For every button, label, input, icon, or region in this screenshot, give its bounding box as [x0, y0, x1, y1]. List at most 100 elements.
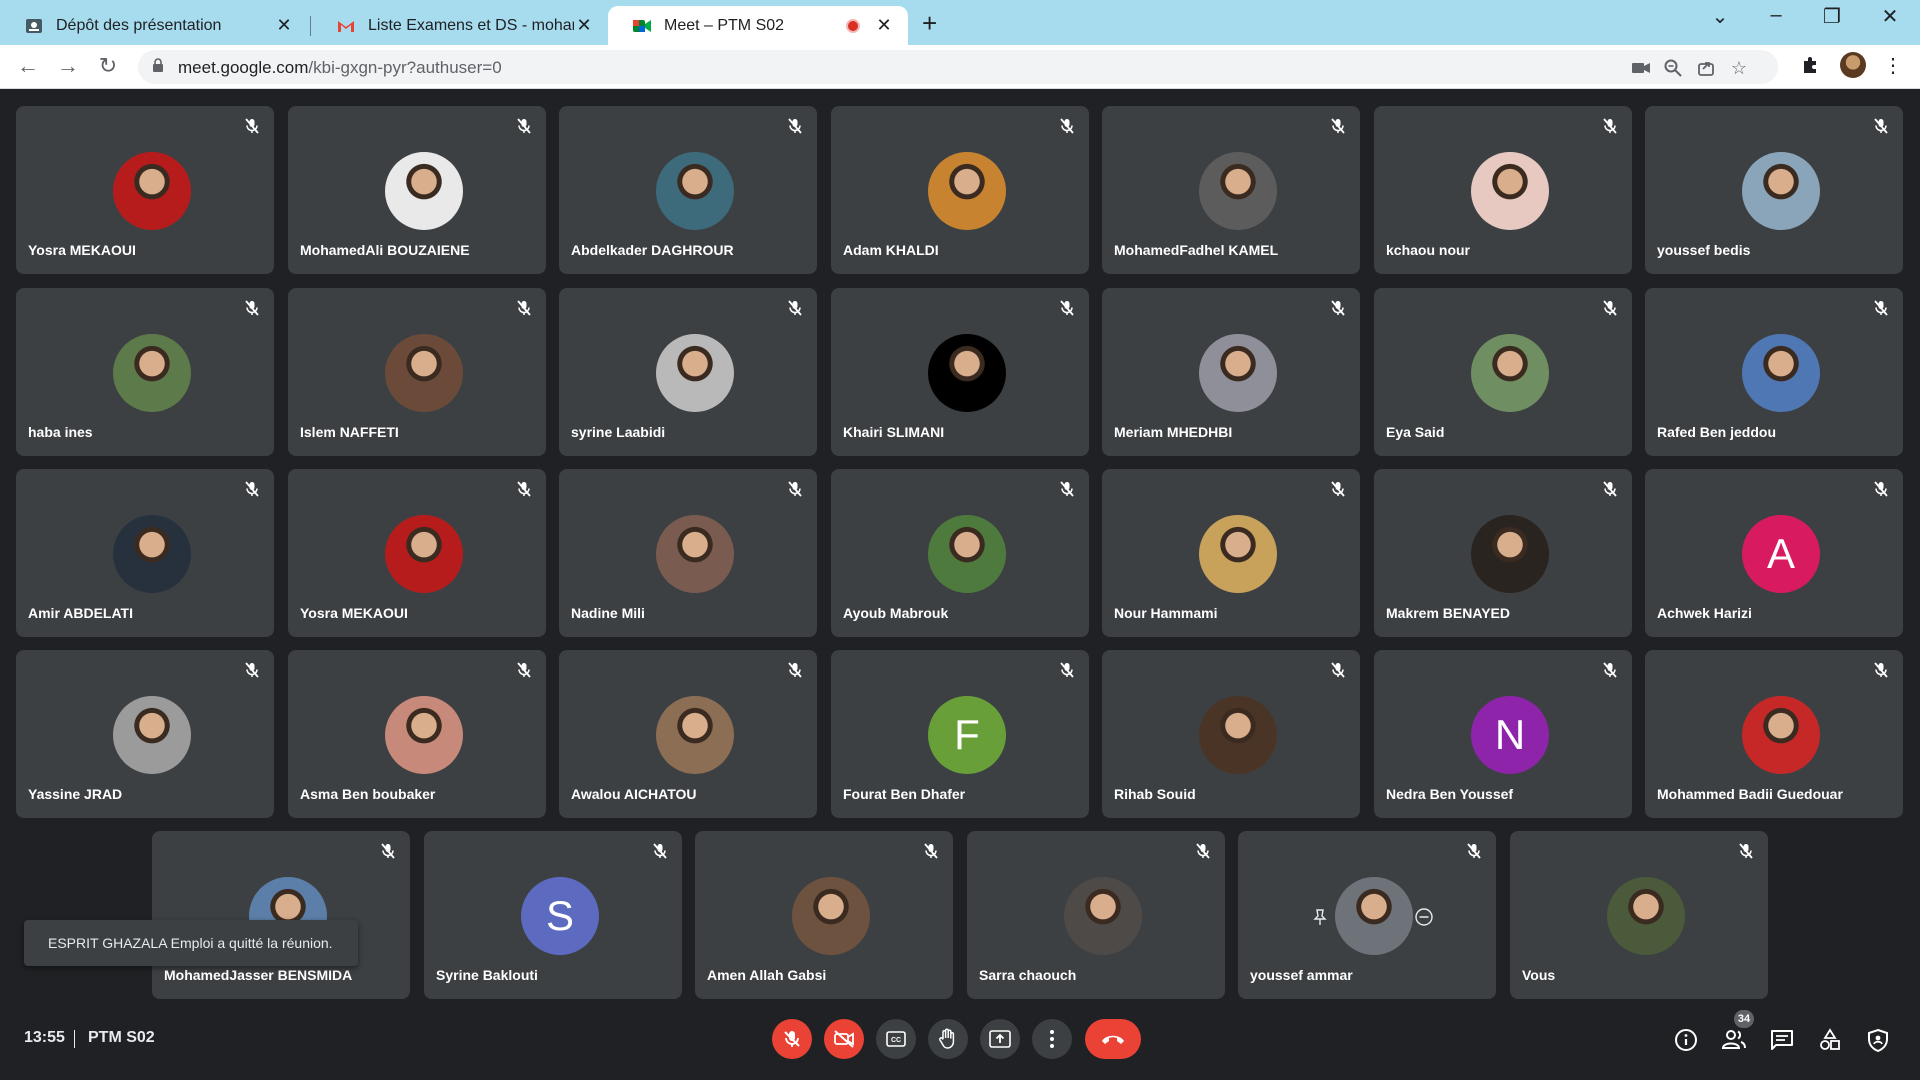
address-bar[interactable]: meet.google.com/kbi-gxgn-pyr?authuser=0 … — [138, 50, 1778, 84]
participant-name: Rihab Souid — [1114, 786, 1196, 802]
profile-avatar[interactable] — [1840, 52, 1866, 78]
participant-tile[interactable]: Rafed Ben jeddou — [1645, 288, 1903, 456]
participant-tile[interactable]: Makrem BENAYED — [1374, 469, 1632, 637]
captions-button[interactable]: CC — [876, 1019, 916, 1059]
participant-tile[interactable]: MohamedJasser BENSMIDA — [152, 831, 410, 999]
mic-muted-icon — [921, 841, 941, 861]
mic-muted-icon — [1600, 116, 1620, 136]
participant-tile[interactable]: Rihab Souid — [1102, 650, 1360, 818]
host-controls-button[interactable] — [1865, 1027, 1891, 1053]
participant-name: MohamedFadhel KAMEL — [1114, 242, 1279, 258]
participant-tile[interactable]: Islem NAFFETI — [288, 288, 546, 456]
pin-icon[interactable] — [1310, 907, 1330, 927]
participant-name: Nadine Mili — [571, 605, 645, 621]
participant-tile[interactable]: youssef ammar — [1238, 831, 1496, 999]
participant-tile[interactable]: Eya Said — [1374, 288, 1632, 456]
avatar-photo — [1471, 334, 1549, 412]
participant-tile[interactable]: A Achwek Harizi — [1645, 469, 1903, 637]
close-tab-icon[interactable]: ✕ — [574, 15, 594, 36]
raise-hand-button[interactable] — [928, 1019, 968, 1059]
present-screen-button[interactable] — [980, 1019, 1020, 1059]
minimize-button[interactable]: – — [1756, 4, 1796, 27]
mic-muted-icon — [1736, 841, 1756, 861]
participant-tile[interactable]: Mohammed Badii Guedouar — [1645, 650, 1903, 818]
participant-tile[interactable]: Nadine Mili — [559, 469, 817, 637]
participant-tile[interactable]: Asma Ben boubaker — [288, 650, 546, 818]
participant-tile[interactable]: Abdelkader DAGHROUR — [559, 106, 817, 274]
avatar-photo — [1199, 152, 1277, 230]
remove-icon[interactable] — [1414, 907, 1434, 927]
more-options-button[interactable] — [1032, 1019, 1072, 1059]
participant-tile[interactable]: F Fourat Ben Dhafer — [831, 650, 1089, 818]
participant-name: Meriam MHEDHBI — [1114, 424, 1233, 440]
avatar-photo — [792, 877, 870, 955]
tab-title: Liste Examens et DS - mohamed. — [368, 16, 574, 34]
participant-tile[interactable]: MohamedAli BOUZAIENE — [288, 106, 546, 274]
extensions-icon[interactable] — [1797, 52, 1823, 78]
back-button[interactable]: ← — [14, 53, 42, 79]
close-window-button[interactable]: ✕ — [1870, 4, 1910, 29]
avatar-photo — [656, 515, 734, 593]
participant-tile[interactable]: haba ines — [16, 288, 274, 456]
tab-search-icon[interactable]: ⌄ — [1700, 4, 1740, 29]
participant-tile[interactable]: Meriam MHEDHBI — [1102, 288, 1360, 456]
participant-tile[interactable]: Yosra MEKAOUI — [16, 106, 274, 274]
new-tab-button[interactable]: + — [922, 8, 937, 39]
participant-tile[interactable]: Amir ABDELATI — [16, 469, 274, 637]
participant-tile[interactable]: Ayoub Mabrouk — [831, 469, 1089, 637]
participant-name: Fourat Ben Dhafer — [843, 786, 966, 802]
share-icon[interactable] — [1695, 57, 1717, 79]
participant-tile[interactable]: youssef bedis — [1645, 106, 1903, 274]
participant-name: Amen Allah Gabsi — [707, 967, 827, 983]
participant-tile[interactable]: N Nedra Ben Youssef — [1374, 650, 1632, 818]
activities-button[interactable] — [1817, 1027, 1843, 1053]
more-vert-icon — [1050, 1030, 1054, 1048]
mic-off-button[interactable] — [772, 1019, 812, 1059]
mic-muted-icon — [785, 298, 805, 318]
participant-tile[interactable]: Sarra chaouch — [967, 831, 1225, 999]
tab-meet[interactable]: Meet – PTM S02 ✕ — [608, 6, 908, 45]
participant-tile[interactable]: kchaou nour — [1374, 106, 1632, 274]
mic-muted-icon — [514, 479, 534, 499]
present-icon — [989, 1030, 1011, 1048]
zoom-icon[interactable] — [1662, 57, 1684, 79]
people-button[interactable] — [1721, 1027, 1747, 1053]
forward-button[interactable]: → — [54, 53, 82, 79]
participant-tile[interactable]: Vous — [1510, 831, 1768, 999]
mic-muted-icon — [242, 298, 262, 318]
tab-title: Dépôt des présentation — [56, 16, 222, 34]
browser-menu-icon[interactable]: ⋮ — [1880, 52, 1906, 78]
participant-tile[interactable]: Amen Allah Gabsi — [695, 831, 953, 999]
camera-in-use-icon[interactable] — [1630, 57, 1652, 79]
close-tab-icon[interactable]: ✕ — [874, 15, 894, 36]
participant-tile[interactable]: syrine Laabidi — [559, 288, 817, 456]
camera-off-icon — [834, 1030, 854, 1048]
meeting-details-button[interactable] — [1673, 1027, 1699, 1053]
bookmark-star-icon[interactable]: ☆ — [1728, 57, 1750, 79]
leave-call-button[interactable] — [1085, 1019, 1141, 1059]
participant-tile[interactable]: Khairi SLIMANI — [831, 288, 1089, 456]
gmail-icon — [336, 16, 356, 36]
participant-tile[interactable]: Yassine JRAD — [16, 650, 274, 818]
restore-button[interactable]: ❐ — [1812, 4, 1852, 29]
participant-name: kchaou nour — [1386, 242, 1471, 258]
avatar-photo — [656, 152, 734, 230]
participant-tile[interactable]: Nour Hammami — [1102, 469, 1360, 637]
reload-button[interactable]: ↻ — [94, 53, 122, 79]
tab-depot[interactable]: Dépôt des présentation ✕ — [0, 6, 308, 45]
avatar-photo — [113, 696, 191, 774]
participant-name: haba ines — [28, 424, 93, 440]
participant-tile[interactable]: MohamedFadhel KAMEL — [1102, 106, 1360, 274]
participant-tile[interactable]: Adam KHALDI — [831, 106, 1089, 274]
mic-muted-icon — [242, 660, 262, 680]
participant-name: MohamedAli BOUZAIENE — [300, 242, 470, 258]
chat-button[interactable] — [1769, 1027, 1795, 1053]
participant-tile[interactable]: S Syrine Baklouti — [424, 831, 682, 999]
participant-tile[interactable]: Awalou AICHATOU — [559, 650, 817, 818]
close-tab-icon[interactable]: ✕ — [274, 15, 294, 36]
camera-off-button[interactable] — [824, 1019, 864, 1059]
mic-muted-icon — [1057, 116, 1077, 136]
participant-tile[interactable]: Yosra MEKAOUI — [288, 469, 546, 637]
tab-gmail[interactable]: Liste Examens et DS - mohamed. ✕ — [312, 6, 608, 45]
participant-name: Yassine JRAD — [28, 786, 123, 802]
